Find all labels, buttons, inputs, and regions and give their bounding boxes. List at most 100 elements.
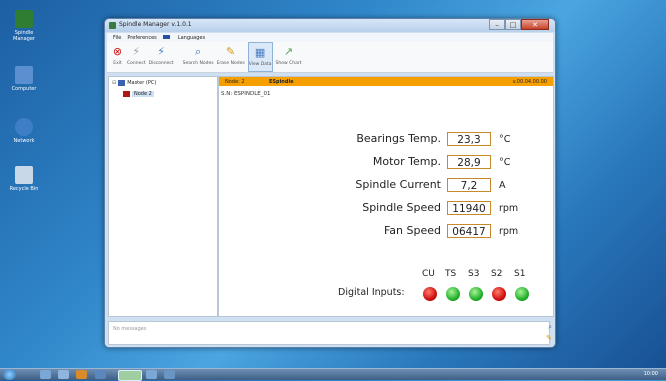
node-tree: ⊟ Master (PC) Node 2 — [108, 76, 218, 317]
app-icon — [109, 22, 116, 29]
start-button[interactable] — [3, 369, 16, 380]
input-s3-label: S3 — [468, 269, 480, 279]
desktop-icon-label: Computer — [11, 86, 37, 92]
desktop-icon-label: Recycle Bin — [9, 186, 39, 192]
recycle-bin-icon — [15, 166, 33, 184]
connect-icon: ⚡ — [132, 45, 141, 58]
spindle-current-label: Spindle Current — [355, 178, 441, 191]
menu-file[interactable]: File — [113, 35, 121, 41]
taskbar-spindle-manager[interactable] — [118, 370, 142, 381]
toolbar-label: Show Chart — [275, 61, 302, 66]
taskbar-app-icon[interactable] — [95, 370, 106, 379]
magnifier-icon: ⌕ — [195, 45, 202, 58]
computer-icon — [15, 66, 33, 84]
spindle-speed-unit: rpm — [499, 203, 519, 214]
desktop-icon-label: Spindle Manager — [13, 30, 35, 42]
toolbar-label: Search Nodes — [182, 61, 214, 66]
disconnect-icon: ⚡ — [157, 45, 165, 58]
toolbar-label: View Data — [248, 62, 272, 67]
bearings-temp-value: 23,3 — [447, 132, 491, 146]
desktop-icon-label: Network — [13, 138, 35, 144]
spindle-current-unit: A — [499, 180, 506, 191]
clock[interactable]: 10:00 — [644, 371, 658, 377]
input-s1-label: S1 — [514, 269, 526, 279]
menu-bar: File Preferences Languages — [107, 33, 553, 42]
desktop-icon-network[interactable]: Network — [4, 118, 44, 144]
broom-icon: ✎ — [226, 45, 236, 58]
motor-temp-label: Motor Temp. — [372, 155, 441, 168]
serial-number: S.N: ESPINDLE_01 — [221, 91, 271, 97]
exit-button[interactable]: ⊗ Exit — [111, 42, 124, 72]
app-icon — [15, 10, 33, 28]
taskbar-app-icon[interactable] — [146, 370, 157, 379]
node-header: Node: 2 ESpindle v.00.04.00.00 — [219, 77, 553, 86]
network-icon — [118, 80, 126, 86]
motor-temp-unit: °C — [499, 157, 511, 168]
bearings-temp-label: Bearings Temp. — [356, 132, 441, 145]
window-title: Spindle Manager v.1.0.1 — [119, 21, 192, 28]
firmware-version: v.00.04.00.00 — [512, 79, 547, 85]
data-panel: Node: 2 ESpindle v.00.04.00.00 S.N: ESPI… — [218, 76, 554, 317]
toolbar-label: Exit — [113, 61, 122, 66]
input-cu-indicator — [423, 287, 437, 301]
disconnect-button[interactable]: ⚡ Disconnect — [149, 42, 174, 72]
spindle-speed-value: 11940 — [447, 201, 491, 215]
input-ts-label: TS — [445, 269, 457, 279]
tree-item-master[interactable]: ⊟ Master (PC) — [112, 80, 156, 86]
menu-languages-label: Languages — [177, 34, 206, 41]
desktop-icon-spindle-manager[interactable]: Spindle Manager — [4, 10, 44, 42]
taskbar: 10:00 — [0, 368, 666, 381]
connect-button[interactable]: ⚡ Connect — [127, 42, 146, 72]
flag-icon — [162, 34, 170, 39]
taskbar-app-icon[interactable] — [164, 370, 175, 379]
network-icon — [15, 118, 33, 136]
input-s2-label: S2 — [491, 269, 503, 279]
close-button[interactable]: ✕ — [521, 19, 549, 30]
tree-item-node-2[interactable]: Node 2 — [123, 91, 154, 97]
message-placeholder: No messages — [113, 326, 147, 332]
input-s1-indicator — [515, 287, 529, 301]
taskbar-explorer-icon[interactable] — [40, 370, 51, 379]
toolbar: ⊗ Exit ⚡ Connect ⚡ Disconnect ⌕ Search N… — [107, 42, 553, 73]
menu-languages[interactable]: Languages — [162, 34, 206, 41]
node-id: Node: 2 — [225, 79, 245, 85]
tree-item-label: Master (PC) — [127, 80, 157, 86]
desktop-icon-recycle-bin[interactable]: Recycle Bin — [4, 166, 44, 192]
chart-icon: ↗ — [283, 45, 294, 58]
input-cu-label: CU — [422, 269, 435, 279]
device-name: ESpindle — [269, 79, 294, 85]
message-area[interactable]: No messages — [108, 321, 550, 345]
show-chart-button[interactable]: ↗ Show Chart — [276, 42, 302, 72]
bearings-temp-unit: °C — [499, 134, 511, 145]
erase-nodes-button[interactable]: ✎ Erase Nodes — [217, 42, 245, 72]
input-s2-indicator — [492, 287, 506, 301]
toolbar-label: Connect — [127, 61, 146, 66]
fan-speed-label: Fan Speed — [383, 224, 441, 237]
desktop-icon-computer[interactable]: Computer — [4, 66, 44, 92]
toolbar-label: Disconnect — [148, 61, 174, 66]
taskbar-media-icon[interactable] — [58, 370, 69, 379]
menu-preferences[interactable]: Preferences — [127, 35, 156, 41]
maximize-button[interactable]: □ — [505, 19, 521, 30]
spindle-current-value: 7,2 — [447, 178, 491, 192]
broom-icon[interactable]: ✎ — [546, 334, 552, 342]
motor-temp-value: 28,9 — [447, 155, 491, 169]
toolbar-label: Erase Nodes — [216, 61, 245, 66]
fan-speed-value: 06417 — [447, 224, 491, 238]
input-s3-indicator — [469, 287, 483, 301]
view-data-button[interactable]: ▦ View Data — [247, 42, 273, 72]
search-nodes-button[interactable]: ⌕ Search Nodes — [183, 42, 214, 72]
spindle-speed-label: Spindle Speed — [362, 201, 441, 214]
node-icon — [123, 91, 130, 97]
search-icon[interactable]: ⌕ — [548, 323, 552, 332]
minimize-button[interactable]: – — [489, 19, 505, 30]
digital-inputs-label: Digital Inputs: — [338, 287, 405, 298]
table-icon: ▦ — [254, 46, 266, 59]
close-circle-icon: ⊗ — [112, 45, 123, 58]
tree-item-label: Node 2 — [132, 91, 154, 97]
taskbar-app-icon[interactable] — [76, 370, 87, 379]
fan-speed-unit: rpm — [499, 226, 519, 237]
collapse-icon: ⊟ — [112, 80, 117, 86]
title-bar[interactable]: Spindle Manager v.1.0.1 – □ ✕ — [105, 19, 555, 32]
input-ts-indicator — [446, 287, 460, 301]
